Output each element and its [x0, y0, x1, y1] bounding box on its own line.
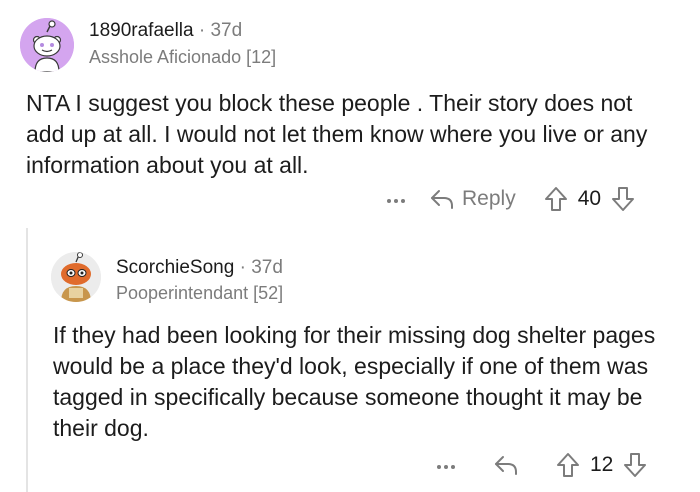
reply-arrow-icon[interactable]: [494, 454, 518, 476]
reply-arrow-icon: [430, 188, 454, 210]
reply-actions: 12: [436, 452, 647, 478]
user-flair: Asshole Aficionado [12]: [89, 47, 277, 67]
comment-body: NTA I suggest you block these people . T…: [26, 90, 648, 178]
more-dots-icon[interactable]: [386, 189, 406, 209]
separator-dot: ·: [234, 257, 252, 278]
downvote-arrow-icon[interactable]: [611, 186, 635, 212]
reply-label: Reply: [462, 187, 516, 210]
separator-dot: ·: [193, 20, 211, 41]
avatar[interactable]: [20, 18, 74, 72]
reply-button[interactable]: Reply: [430, 187, 516, 211]
snoo-avatar-icon: [20, 18, 74, 72]
comment-author[interactable]: 1890rafaella · 37d: [89, 20, 242, 42]
comment-age: 37d: [210, 20, 243, 41]
upvote-arrow-icon[interactable]: [544, 186, 568, 212]
snoo-avatar-icon: [51, 252, 101, 302]
vote-score: 12: [590, 453, 614, 476]
vote-score: 40: [577, 187, 602, 210]
reply-body: If they had been looking for their missi…: [53, 322, 656, 441]
comment-age: 37d: [251, 257, 283, 278]
username[interactable]: ScorchieSong: [116, 257, 234, 278]
downvote-arrow-icon[interactable]: [623, 452, 647, 478]
upvote-arrow-icon[interactable]: [556, 452, 580, 478]
user-flair: Pooperintendant [52]: [116, 283, 284, 303]
more-dots-icon[interactable]: [436, 455, 456, 475]
avatar[interactable]: [51, 252, 101, 302]
username[interactable]: 1890rafaella: [89, 20, 194, 41]
reply-author[interactable]: ScorchieSong · 37d: [116, 257, 283, 279]
comment-actions: Reply 40: [386, 186, 635, 212]
thread-line[interactable]: [26, 228, 28, 492]
